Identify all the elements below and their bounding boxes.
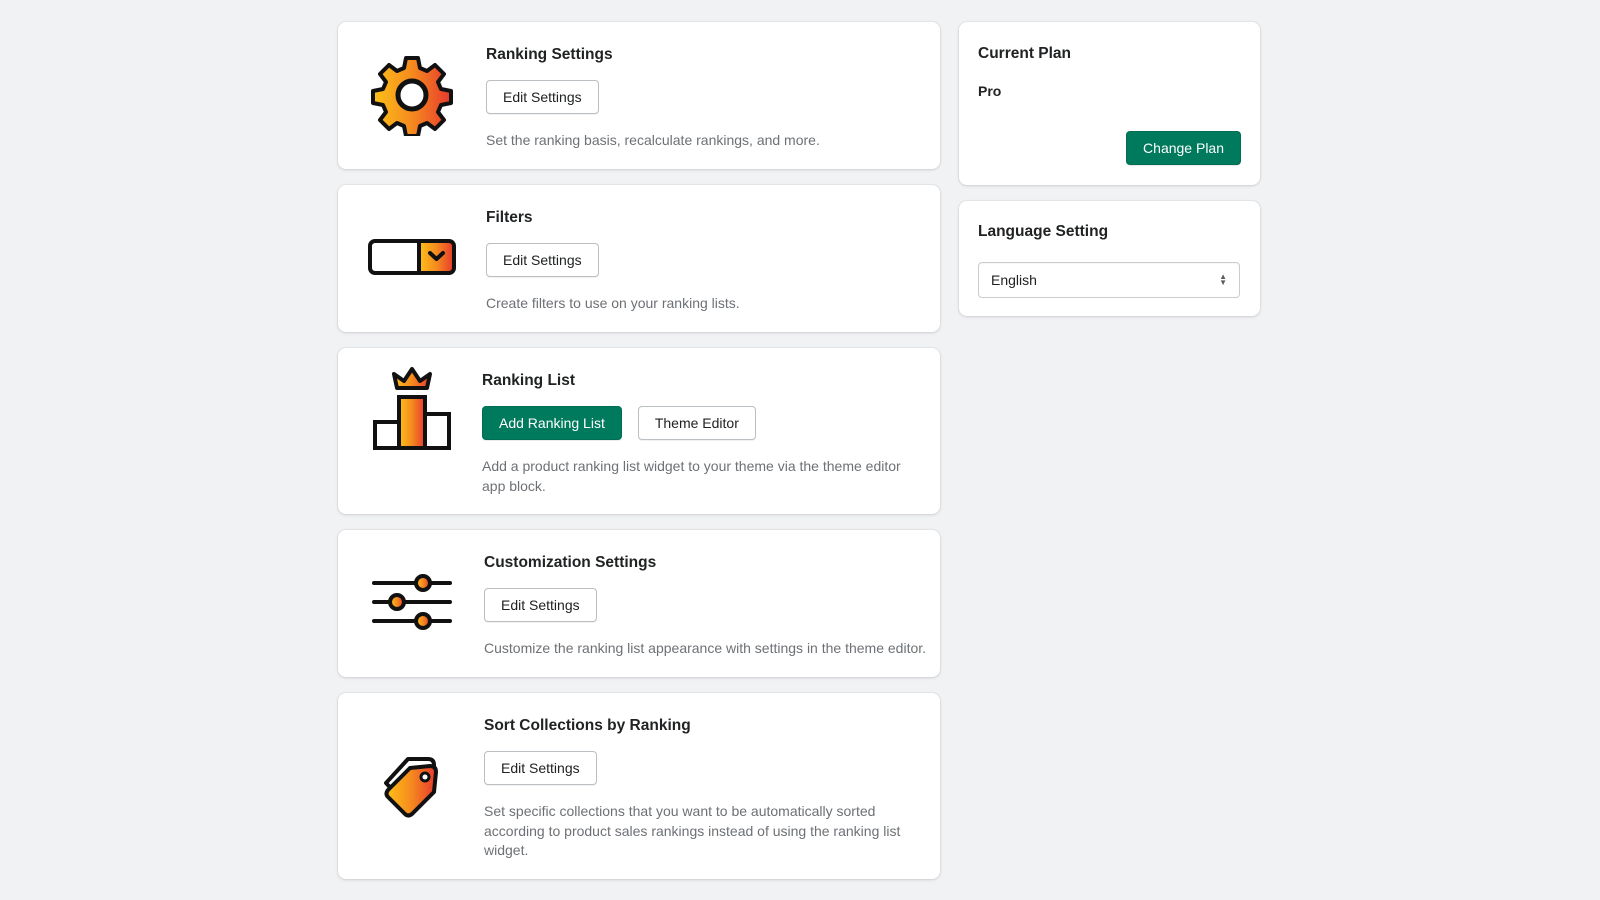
select-arrows-icon: ▲ ▼ bbox=[1219, 272, 1227, 287]
feature-card-ranking-settings: Ranking Settings Edit Settings Set the r… bbox=[338, 22, 940, 169]
feature-card-customization-settings: Customization Settings Edit Settings Cus… bbox=[338, 530, 940, 677]
feature-description: Customize the ranking list appearance wi… bbox=[484, 640, 927, 656]
feature-title: Ranking List bbox=[482, 372, 576, 389]
feature-title: Filters bbox=[486, 209, 533, 226]
podium-crown-icon bbox=[366, 358, 458, 458]
change-plan-button[interactable]: Change Plan bbox=[1126, 131, 1241, 165]
price-tag-icon bbox=[366, 740, 458, 832]
current-plan-title: Current Plan bbox=[978, 45, 1072, 62]
current-plan-value: Pro bbox=[978, 83, 1002, 99]
feature-title: Ranking Settings bbox=[486, 46, 613, 63]
feature-title: Sort Collections by Ranking bbox=[484, 717, 691, 734]
add-ranking-list-button[interactable]: Add Ranking List bbox=[482, 406, 622, 440]
dropdown-filter-icon bbox=[366, 212, 458, 304]
gear-icon bbox=[366, 49, 458, 141]
feature-card-sort-collections: Sort Collections by Ranking Edit Setting… bbox=[338, 693, 940, 879]
feature-description: Set the ranking basis, recalculate ranki… bbox=[486, 132, 820, 148]
language-select-value: English bbox=[991, 272, 1037, 288]
edit-settings-button[interactable]: Edit Settings bbox=[484, 588, 597, 622]
language-setting-title: Language Setting bbox=[978, 223, 1109, 240]
feature-description: Add a product ranking list widget to you… bbox=[482, 458, 901, 494]
feature-card-filters: Filters Edit Settings Create filters to … bbox=[338, 185, 940, 332]
language-setting-card: Language Setting English ▲ ▼ bbox=[959, 201, 1260, 316]
feature-title: Customization Settings bbox=[484, 554, 657, 571]
feature-description: Create filters to use on your ranking li… bbox=[486, 295, 740, 311]
edit-settings-button[interactable]: Edit Settings bbox=[486, 80, 599, 114]
theme-editor-button[interactable]: Theme Editor bbox=[637, 406, 756, 440]
language-select[interactable]: English ▲ ▼ bbox=[978, 262, 1240, 298]
edit-settings-button[interactable]: Edit Settings bbox=[484, 751, 597, 785]
feature-description: Set specific collections that you want t… bbox=[484, 803, 901, 858]
feature-card-ranking-list: Ranking List Add Ranking List Theme Edit… bbox=[338, 348, 940, 514]
current-plan-card: Current Plan Pro Change Plan bbox=[959, 22, 1260, 185]
sliders-icon bbox=[366, 557, 458, 649]
edit-settings-button[interactable]: Edit Settings bbox=[486, 243, 599, 277]
